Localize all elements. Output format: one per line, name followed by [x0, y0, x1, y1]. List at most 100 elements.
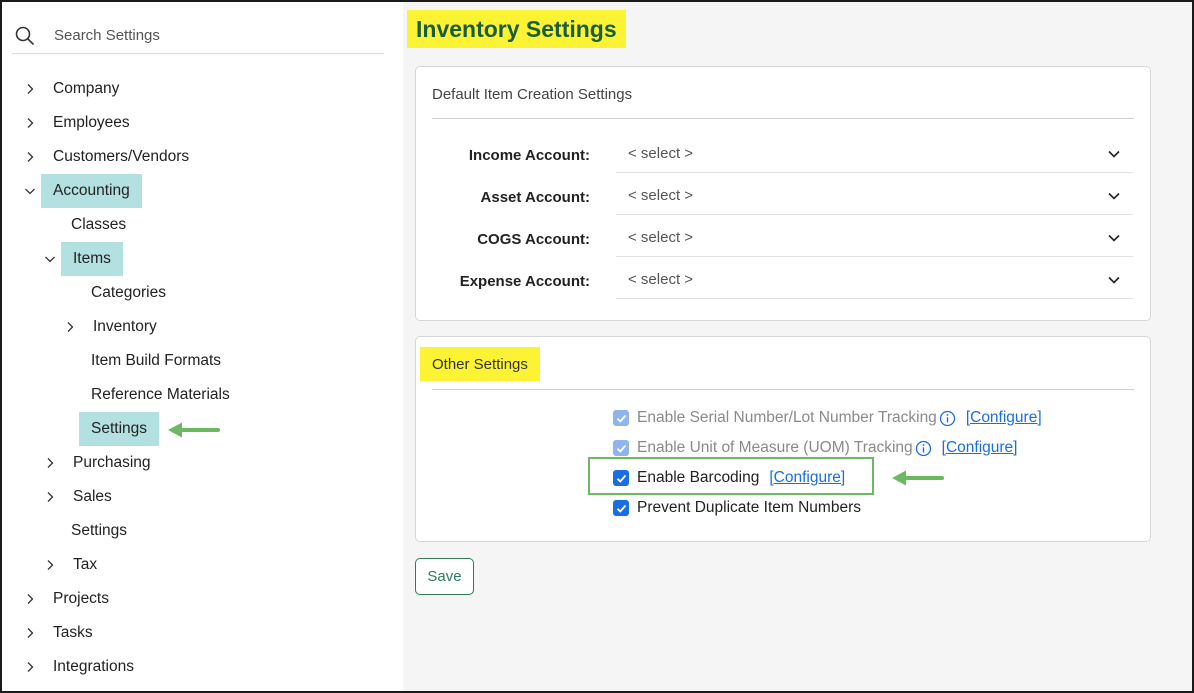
sidebar-item-customers-vendors[interactable]: Customers/Vendors — [24, 140, 201, 174]
sidebar-item-label: Reference Materials — [91, 386, 230, 403]
sidebar-item-item-build-formats[interactable]: Item Build Formats — [79, 344, 233, 378]
search-bar — [12, 18, 384, 54]
expense-account-label: Expense Account: — [459, 273, 590, 290]
chevron-down-icon — [45, 256, 55, 263]
prevent-duplicate-checkbox[interactable] — [613, 500, 629, 516]
sidebar-item-label: Items — [61, 242, 123, 276]
chevron-right-icon — [27, 594, 34, 604]
serial-number-configure-link[interactable]: [Configure] — [966, 409, 1042, 427]
cogs-account-select[interactable]: < select > — [616, 219, 1133, 257]
sidebar-item-label: Categories — [91, 284, 166, 301]
uom-checkbox[interactable] — [613, 440, 629, 456]
serial-number-label: Enable Serial Number/Lot Number Tracking — [637, 409, 937, 426]
chevron-right-icon — [47, 560, 54, 570]
chevron-right-icon — [47, 458, 54, 468]
chevron-right-icon — [27, 84, 34, 94]
sidebar-item-label: Integrations — [53, 658, 134, 675]
uom-configure-link[interactable]: [Configure] — [942, 439, 1018, 457]
sidebar-item-label: Classes — [71, 216, 127, 233]
sidebar-item-tasks[interactable]: Tasks — [24, 616, 105, 650]
main-content: Inventory Settings Default Item Creation… — [403, 2, 1192, 691]
prevent-duplicate-label: Prevent Duplicate Item Numbers — [637, 499, 861, 516]
check-icon — [616, 474, 626, 483]
divider — [432, 118, 1134, 119]
barcoding-option: Enable Barcoding [Configure] — [613, 467, 845, 489]
info-icon[interactable] — [915, 440, 932, 457]
chevron-down-icon — [1108, 276, 1120, 284]
other-settings-card: Other Settings Enable Serial Number/Lot … — [415, 336, 1151, 542]
search-icon — [15, 26, 34, 45]
chevron-right-icon — [27, 152, 34, 162]
chevron-right-icon — [27, 118, 34, 128]
search-input[interactable] — [54, 27, 354, 44]
annotation-arrow-icon — [168, 422, 220, 438]
sidebar-item-label: Customers/Vendors — [53, 148, 190, 165]
sidebar-item-projects[interactable]: Projects — [24, 582, 121, 616]
serial-number-option: Enable Serial Number/Lot Number Tracking… — [613, 407, 1042, 429]
sidebar-item-label: Settings — [71, 522, 128, 539]
sidebar-item-items-settings[interactable]: Settings — [79, 412, 160, 446]
sidebar-item-company[interactable]: Company — [24, 72, 131, 106]
sidebar-item-tax[interactable]: Tax — [44, 548, 109, 582]
check-icon — [616, 414, 626, 423]
check-icon — [616, 504, 626, 513]
select-value: < select > — [628, 229, 694, 246]
sidebar-item-label: Projects — [53, 590, 109, 607]
asset-account-select[interactable]: < select > — [616, 177, 1133, 215]
asset-account-label: Asset Account: — [480, 189, 590, 206]
save-button[interactable]: Save — [415, 558, 474, 595]
sidebar-item-label: Accounting — [41, 174, 142, 208]
annotation-arrow-icon — [892, 470, 944, 486]
sidebar-item-integrations[interactable]: Integrations — [24, 650, 146, 684]
sidebar: Company Employees Customers/Vendors Acco… — [2, 2, 403, 691]
app-window: Company Employees Customers/Vendors Acco… — [0, 0, 1194, 693]
card-title: Default Item Creation Settings — [432, 86, 633, 103]
sidebar-item-reference-materials[interactable]: Reference Materials — [79, 378, 242, 412]
info-icon[interactable] — [939, 410, 956, 427]
sidebar-item-accounting[interactable]: Accounting — [24, 174, 142, 208]
sidebar-item-purchasing[interactable]: Purchasing — [44, 446, 163, 480]
page-title: Inventory Settings — [407, 10, 626, 48]
sidebar-item-employees[interactable]: Employees — [24, 106, 142, 140]
select-value: < select > — [628, 271, 694, 288]
chevron-down-icon — [1108, 192, 1120, 200]
other-settings-title-highlight: Other Settings — [420, 347, 540, 381]
barcoding-label: Enable Barcoding — [637, 469, 760, 486]
prevent-duplicate-option: Prevent Duplicate Item Numbers — [613, 497, 861, 519]
sidebar-item-label: Sales — [73, 488, 112, 505]
sidebar-item-accounting-settings[interactable]: Settings — [59, 514, 139, 548]
sidebar-item-sales[interactable]: Sales — [44, 480, 124, 514]
expense-account-select[interactable]: < select > — [616, 261, 1133, 299]
barcoding-checkbox[interactable] — [613, 470, 629, 486]
sidebar-item-categories[interactable]: Categories — [79, 276, 178, 310]
sidebar-item-label: Inventory — [93, 318, 157, 335]
divider — [432, 389, 1134, 390]
chevron-down-icon — [1108, 150, 1120, 158]
serial-number-checkbox[interactable] — [613, 410, 629, 426]
income-account-select[interactable]: < select > — [616, 135, 1133, 173]
sidebar-item-label: Tasks — [53, 624, 93, 641]
sidebar-item-label: Item Build Formats — [91, 352, 222, 369]
chevron-right-icon — [27, 628, 34, 638]
select-value: < select > — [628, 145, 694, 162]
uom-label: Enable Unit of Measure (UOM) Tracking — [637, 439, 913, 456]
default-item-creation-card: Default Item Creation Settings Income Ac… — [415, 66, 1151, 321]
chevron-right-icon — [47, 492, 54, 502]
check-icon — [616, 444, 626, 453]
chevron-right-icon — [67, 322, 74, 332]
sidebar-item-label: Settings — [79, 412, 160, 446]
barcoding-configure-link[interactable]: [Configure] — [769, 469, 845, 487]
chevron-down-icon — [25, 188, 35, 195]
sidebar-item-label: Company — [53, 80, 120, 97]
sidebar-item-label: Purchasing — [73, 454, 151, 471]
income-account-label: Income Account: — [468, 147, 590, 164]
sidebar-item-items[interactable]: Items — [44, 242, 123, 276]
cogs-account-label: COGS Account: — [477, 231, 590, 248]
chevron-right-icon — [27, 662, 34, 672]
sidebar-item-label: Employees — [53, 114, 130, 131]
sidebar-item-label: Tax — [73, 556, 98, 573]
chevron-down-icon — [1108, 234, 1120, 242]
card-title: Other Settings — [432, 355, 528, 373]
sidebar-item-inventory[interactable]: Inventory — [64, 310, 169, 344]
sidebar-item-classes[interactable]: Classes — [59, 208, 138, 242]
